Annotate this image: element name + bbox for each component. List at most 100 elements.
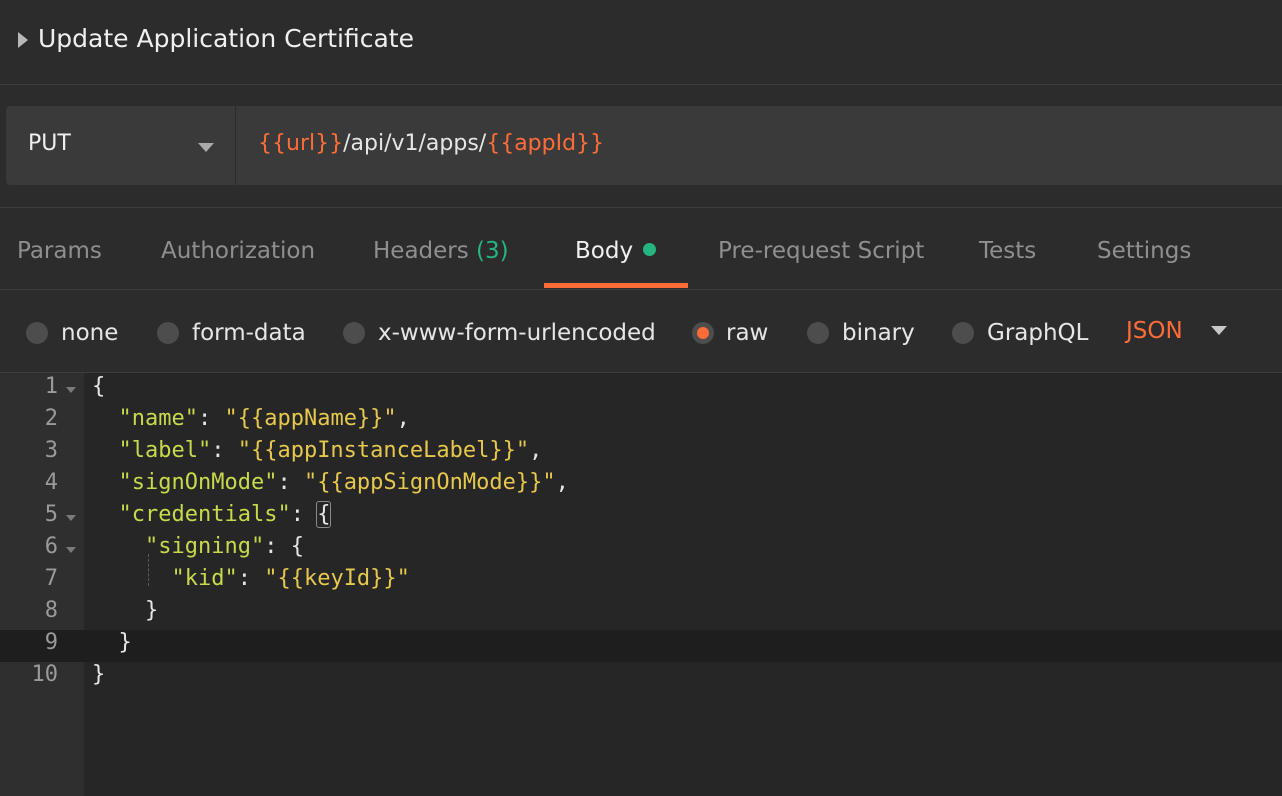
tab-body[interactable]: Body [575,238,657,264]
line-number: 1 [44,374,58,399]
tab-settings[interactable]: Settings [1097,238,1191,264]
url-variable: {{url}} [258,131,344,156]
code-text: } [92,630,132,655]
tab-label: Params [17,238,102,264]
request-tabs: Params Authorization Headers (3) Body Pr… [0,208,1282,290]
fold-arrow-icon[interactable] [66,515,76,521]
json-punctuation [92,534,145,559]
code-text: { [92,374,105,399]
json-punctuation: { [92,374,106,399]
json-punctuation [92,470,119,495]
method-select[interactable]: PUT [6,106,236,185]
json-punctuation: : [237,566,265,591]
radio-selected-icon [692,322,714,344]
line-number: 10 [31,662,59,687]
tab-tests[interactable]: Tests [979,238,1036,264]
code-editor[interactable]: 1{2 "name": "{{appName}}", 3 "label": "{{… [0,373,1282,796]
radio-label: binary [842,320,915,346]
radio-label: raw [726,320,769,346]
fold-arrow-icon[interactable] [66,387,76,393]
code-line: 7 "kid": "{{keyId}}" [0,566,1282,598]
tab-label: Tests [979,238,1037,264]
json-string: "{{appSignOnMode}}" [303,470,556,495]
line-number: 7 [44,566,58,591]
tab-headers[interactable]: Headers (3) [373,238,509,264]
json-string: "{{appInstanceLabel}}" [237,438,530,463]
line-number: 5 [44,502,58,527]
code-line: 2 "name": "{{appName}}", [0,406,1282,438]
matched-brace: { [316,501,332,528]
active-tab-indicator [544,283,688,288]
fold-arrow-icon[interactable] [66,547,76,553]
code-text: } [92,598,158,623]
json-punctuation [92,406,119,431]
json-key: "name" [118,406,198,431]
url-variable: {{appId}} [486,131,605,156]
tab-params[interactable]: Params [17,238,102,264]
json-punctuation [92,502,119,527]
code-line: 10} [0,662,1282,694]
chevron-down-icon[interactable] [1211,326,1227,335]
json-key: "signing" [144,534,265,559]
json-key: "signOnMode" [118,470,278,495]
tab-label: Settings [1097,238,1192,264]
request-editor-window: Update Application Certificate PUT {{url… [0,0,1282,796]
format-select[interactable]: JSON [1126,318,1183,344]
chevron-down-icon [198,143,214,152]
json-punctuation: , [529,438,543,463]
json-punctuation: } [92,630,132,655]
body-type-selector: none form-data x-www-form-urlencoded raw… [0,290,1282,373]
json-key: "credentials" [118,502,291,527]
tab-authorization[interactable]: Authorization [161,238,315,264]
code-line: 4 "signOnMode": "{{appSignOnMode}}", [0,470,1282,502]
code-text: "signing": { [92,534,304,559]
json-punctuation: } [92,598,159,623]
json-string: "{{keyId}}" [264,566,410,591]
tab-label: Authorization [161,238,316,264]
request-bar: PUT {{url}}/api/v1/apps/{{appId}} [6,106,1282,185]
code-line: 3 "label": "{{appInstanceLabel}}", [0,438,1282,470]
code-line: 9 } [0,630,1282,662]
line-number: 4 [44,470,58,495]
radio-icon [807,322,829,344]
json-punctuation: : [277,470,304,495]
radio-icon [343,322,365,344]
json-punctuation: , [396,406,410,431]
radio-icon [157,322,179,344]
url-input[interactable]: {{url}}/api/v1/apps/{{appId}} [258,131,604,156]
radio-icon [26,322,48,344]
json-string: "{{appName}}" [224,406,397,431]
code-text: "signOnMode": "{{appSignOnMode}}", [92,470,569,495]
collapse-caret-icon[interactable] [18,32,28,48]
line-number: 9 [44,630,58,655]
code-text: "name": "{{appName}}", [92,406,410,431]
tab-pre-request-script[interactable]: Pre-request Script [718,238,924,264]
request-title[interactable]: Update Application Certificate [38,24,414,53]
code-line: 6 "signing": { [0,534,1282,566]
radio-label: x-www-form-urlencoded [378,320,656,346]
request-header: Update Application Certificate [0,0,1282,85]
json-punctuation: : [290,502,318,527]
json-key: "kid" [171,566,238,591]
line-number: 3 [44,438,58,463]
line-number: 2 [44,406,58,431]
code-line: 1{ [0,374,1282,406]
radio-label: GraphQL [987,320,1089,346]
json-punctuation: } [92,662,106,687]
json-punctuation [92,438,119,463]
url-path: /api/v1/apps/ [343,131,487,156]
code-line: 5 "credentials": { [0,501,1282,534]
code-text: "label": "{{appInstanceLabel}}", [92,438,543,463]
json-key: "label" [118,438,212,463]
radio-label: none [61,320,119,346]
json-punctuation: , [555,470,569,495]
code-text: "kid": "{{keyId}}" [92,566,410,591]
radio-label: form-data [192,320,306,346]
radio-icon [952,322,974,344]
json-punctuation: : [211,438,238,463]
tab-label: Pre-request Script [718,238,925,264]
json-punctuation [92,566,171,591]
body-status-dot-icon [643,243,657,256]
code-text: } [92,662,105,687]
method-label: PUT [28,131,71,156]
